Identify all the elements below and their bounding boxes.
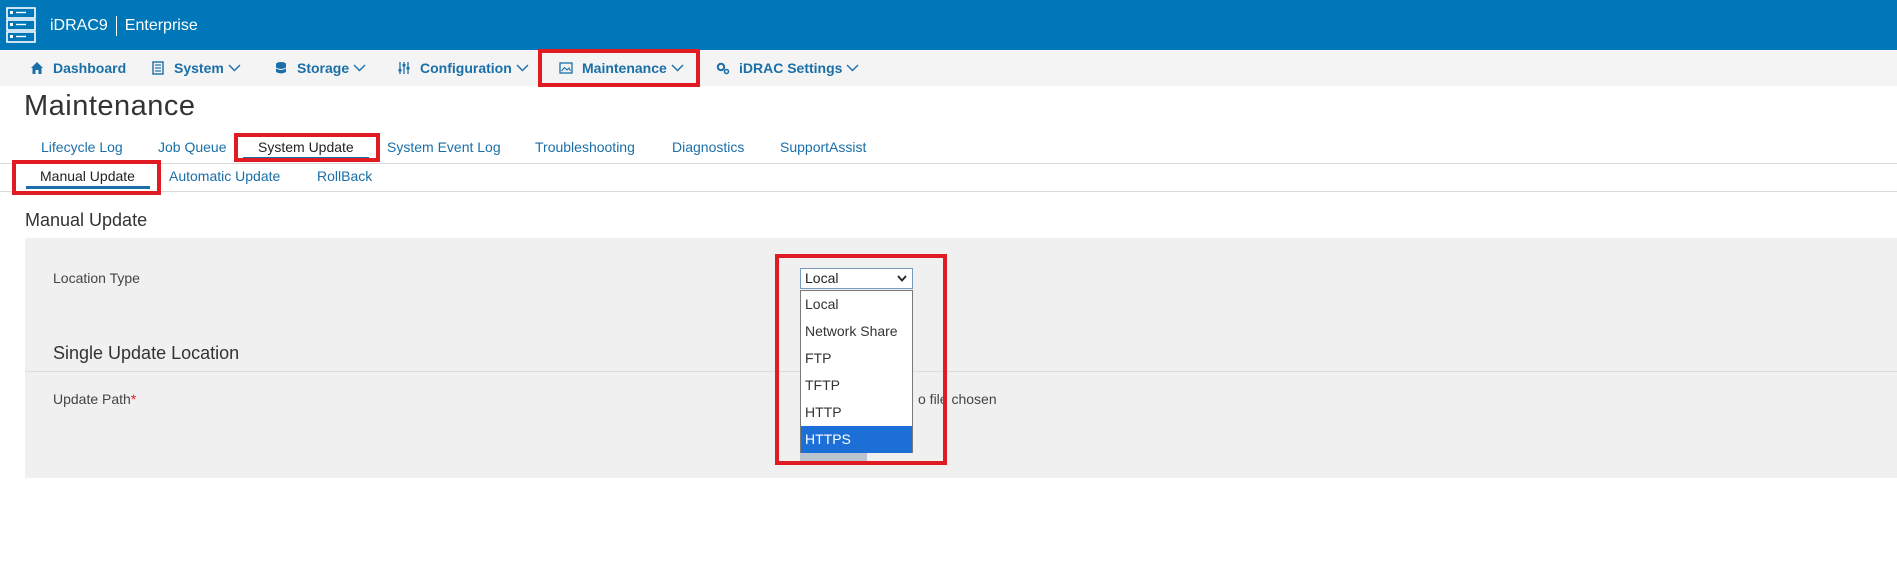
nav-storage[interactable]: Storage <box>274 50 366 86</box>
nav-dashboard-label: Dashboard <box>53 60 127 76</box>
chevron-down-icon <box>897 275 907 282</box>
update-path-text: Update Path <box>53 391 131 407</box>
chevron-down-icon <box>671 64 684 72</box>
nav-storage-label: Storage <box>297 60 350 76</box>
chevron-down-icon <box>516 64 529 72</box>
subtab-rollback[interactable]: RollBack <box>317 168 372 184</box>
sliders-icon <box>398 62 410 74</box>
chevron-down-icon <box>353 64 366 72</box>
gears-icon <box>716 62 730 75</box>
tab-diagnostics[interactable]: Diagnostics <box>672 139 744 155</box>
tab-troubleshooting[interactable]: Troubleshooting <box>535 139 635 155</box>
tab-system-event-log[interactable]: System Event Log <box>387 139 501 155</box>
tab-supportassist[interactable]: SupportAssist <box>780 139 866 155</box>
picture-icon <box>559 62 573 74</box>
chevron-down-icon <box>846 64 859 72</box>
database-icon <box>275 62 287 74</box>
product-edition: Enterprise <box>124 17 198 34</box>
location-type-dropdown: Local Network Share FTP TFTP HTTP HTTPS <box>800 290 913 453</box>
option-network-share[interactable]: Network Share <box>801 318 912 345</box>
nav-dashboard[interactable]: Dashboard <box>30 50 126 86</box>
product-brand: iDRAC9 Enterprise <box>50 16 198 36</box>
top-header: iDRAC9 Enterprise <box>0 0 1897 50</box>
single-update-title: Single Update Location <box>53 343 240 363</box>
required-mark: * <box>130 391 137 407</box>
tab-lifecycle-log[interactable]: Lifecycle Log <box>41 139 123 155</box>
tab-job-queue[interactable]: Job Queue <box>158 139 227 155</box>
upload-button[interactable] <box>800 452 867 462</box>
section-title: Manual Update <box>25 210 148 230</box>
location-type-value: Local <box>805 270 839 286</box>
update-path-label: Update Path* <box>53 391 136 407</box>
server-icon <box>152 61 164 75</box>
subtab-automatic-update[interactable]: Automatic Update <box>169 168 280 184</box>
active-subtab-indicator <box>26 186 150 189</box>
nav-idrac-settings[interactable]: iDRAC Settings <box>716 50 859 86</box>
nav-configuration-label: Configuration <box>420 60 512 76</box>
home-icon <box>31 62 43 74</box>
option-ftp[interactable]: FTP <box>801 345 912 372</box>
chevron-down-icon <box>228 64 241 72</box>
section-divider <box>25 371 1897 372</box>
nav-maintenance[interactable]: Maintenance <box>559 50 684 86</box>
no-file-chosen-text: o file chosen <box>918 391 997 407</box>
page-title: Maintenance <box>24 90 196 122</box>
active-tab-indicator <box>243 157 369 160</box>
main-navigation: Dashboard System Storage Configuration M… <box>0 50 1897 86</box>
product-name: iDRAC9 <box>50 17 108 34</box>
server-logo-icon <box>6 7 36 43</box>
nav-maintenance-label: Maintenance <box>582 60 667 76</box>
subtab-manual-update[interactable]: Manual Update <box>40 168 135 184</box>
option-local[interactable]: Local <box>801 291 912 318</box>
brand-divider <box>115 16 117 36</box>
option-tftp[interactable]: TFTP <box>801 372 912 399</box>
update-panel <box>25 238 1897 478</box>
location-type-label: Location Type <box>53 270 140 286</box>
nav-idrac-settings-label: iDRAC Settings <box>739 60 843 76</box>
nav-system-label: System <box>174 60 224 76</box>
option-https[interactable]: HTTPS <box>801 426 912 453</box>
nav-system[interactable]: System <box>151 50 241 86</box>
nav-configuration[interactable]: Configuration <box>397 50 529 86</box>
location-type-select[interactable]: Local <box>800 268 913 289</box>
option-http[interactable]: HTTP <box>801 399 912 426</box>
subtab-bar: Manual Update Automatic Update RollBack <box>0 164 1897 192</box>
tab-system-update[interactable]: System Update <box>258 139 354 155</box>
